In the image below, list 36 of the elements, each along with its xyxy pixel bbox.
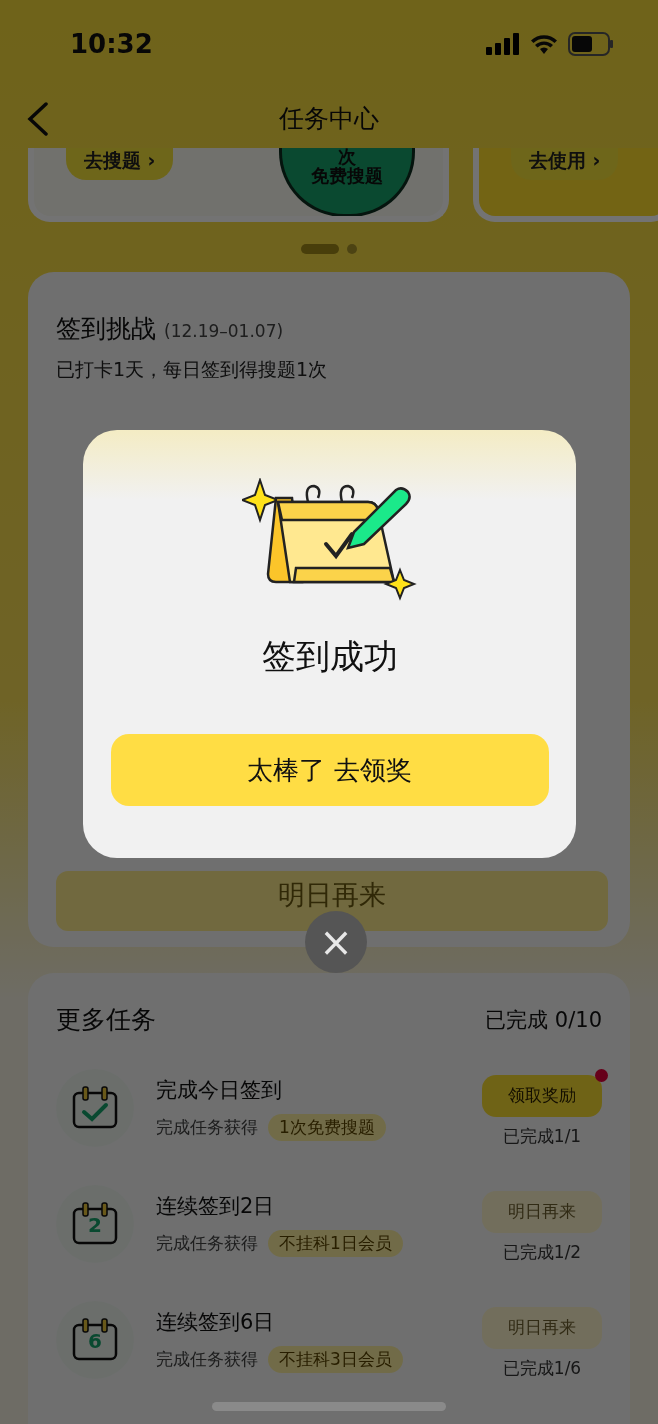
reward-tag: 不挂科3日会员 [268,1345,403,1373]
reward-label: 完成任务获得 [156,1347,258,1371]
reward-tag: 不挂科1日会员 [268,1229,403,1257]
search-link[interactable]: 去搜题 › [66,148,174,180]
wifi-icon [530,33,558,55]
calendar-check-icon [71,1085,119,1131]
tasks-title: 更多任务 [56,1004,156,1036]
claim-reward-button[interactable]: 太棒了 去领奖 [110,734,549,806]
battery-icon [568,32,614,56]
dialog-title: 签到成功 [261,635,398,678]
close-button[interactable]: × [305,911,367,973]
stamp-drawing: 次 免费搜题 [279,148,415,216]
promo-card[interactable]: 去使用 › [473,148,658,222]
page-title: 任务中心 [279,102,379,135]
checkin-title: 签到挑战 [56,313,156,345]
signal-icon [486,33,520,55]
task-title: 完成今日签到 [156,1076,283,1104]
checkin-subtitle: 已打卡1天，每日签到得搜题1次 [56,357,329,382]
promo-card[interactable]: 去搜题 › 次 免费搜题 [28,148,449,222]
back-icon[interactable] [26,102,50,136]
reward-tag: 1次免费搜题 [268,1113,386,1141]
status-time: 10:32 [70,29,153,59]
reward-label: 完成任务获得 [156,1231,258,1255]
task-title: 连续签到6日 [156,1308,276,1336]
day-number: 6 [88,1329,102,1353]
use-link[interactable]: 去使用 › [511,148,619,180]
task-title: 连续签到2日 [156,1192,276,1220]
reward-label: 完成任务获得 [156,1115,258,1139]
task-progress: 已完成1/2 [502,1240,582,1264]
day-number: 2 [88,1213,102,1237]
calendar-icon [71,1201,119,1247]
checkin-period: (12.19–01.07) [164,321,284,341]
calendar-icon [71,1317,119,1363]
task-progress: 已完成1/6 [502,1356,582,1380]
come-back-button[interactable]: 明日再来 [56,871,608,931]
task-button[interactable]: 领取奖励 [482,1074,602,1117]
